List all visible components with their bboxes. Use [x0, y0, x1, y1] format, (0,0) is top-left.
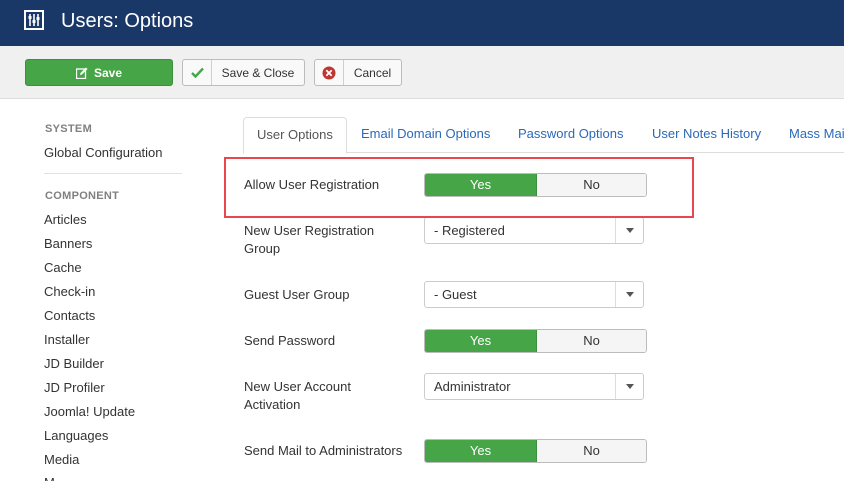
sidebar-item-global-configuration[interactable]: Global Configuration: [44, 145, 163, 160]
tab-email-domain-options[interactable]: Email Domain Options: [361, 117, 490, 153]
sidebar-item-media[interactable]: Media: [44, 452, 79, 467]
tab-password-options[interactable]: Password Options: [518, 117, 624, 153]
save-button[interactable]: Save: [25, 59, 173, 86]
send-password-toggle: Yes No: [424, 329, 647, 353]
chevron-down-icon: [615, 218, 643, 243]
toolbar: Save Save & Close Cancel: [0, 46, 844, 99]
tab-mass-mail[interactable]: Mass Mai: [789, 117, 844, 153]
account-activation-value: Administrator: [434, 379, 511, 394]
cancel-circle-icon: [315, 60, 344, 85]
tab-user-options[interactable]: User Options: [243, 117, 347, 154]
mail-admins-toggle: Yes No: [424, 439, 647, 463]
cancel-button[interactable]: Cancel: [314, 59, 402, 86]
sidebar-item-cache[interactable]: Cache: [44, 260, 82, 275]
sidebar-heading-component: COMPONENT: [45, 190, 120, 202]
sidebar-item-check-in[interactable]: Check-in: [44, 284, 95, 299]
cancel-label: Cancel: [353, 65, 392, 80]
save-close-button[interactable]: Save & Close: [182, 59, 305, 86]
new-user-group-value: - Registered: [434, 223, 505, 238]
mail-admins-label: Send Mail to Administrators: [244, 443, 403, 458]
sidebar-heading-system: SYSTEM: [45, 123, 93, 135]
account-activation-select[interactable]: Administrator: [424, 373, 644, 400]
new-user-group-select[interactable]: - Registered: [424, 217, 644, 244]
sidebar-divider: [44, 173, 182, 174]
sidebar-item-languages[interactable]: Languages: [44, 428, 108, 443]
options-tabs: User Options Email Domain Options Passwo…: [243, 117, 844, 154]
sidebar-item-banners[interactable]: Banners: [44, 236, 92, 251]
sidebar-item-joomla-update[interactable]: Joomla! Update: [44, 404, 135, 419]
send-password-no[interactable]: No: [537, 330, 646, 352]
sidebar-item-contacts[interactable]: Contacts: [44, 308, 95, 323]
app-header: Users: Options: [0, 0, 844, 46]
edit-icon: [75, 67, 88, 79]
check-icon: [183, 60, 212, 85]
new-user-group-label: New User Registration Group: [244, 223, 375, 256]
options-sliders-icon: [24, 10, 44, 30]
sidebar: SYSTEM Global Configuration COMPONENT Ar…: [0, 99, 200, 481]
guest-group-select[interactable]: - Guest: [424, 281, 644, 308]
mail-admins-yes[interactable]: Yes: [425, 440, 537, 462]
sidebar-item-jd-builder[interactable]: JD Builder: [44, 356, 104, 371]
send-password-label: Send Password: [244, 333, 336, 348]
save-close-label: Save & Close: [221, 65, 295, 80]
tab-user-notes-history[interactable]: User Notes History: [652, 117, 761, 153]
annotation-highlight-box: [224, 157, 694, 218]
sidebar-item-articles[interactable]: Articles: [44, 212, 87, 227]
save-button-label: Save: [93, 65, 123, 80]
account-activation-label: New User Account Activation: [244, 379, 351, 412]
sidebar-item-installer[interactable]: Installer: [44, 332, 90, 347]
send-password-yes[interactable]: Yes: [425, 330, 537, 352]
guest-group-label: Guest User Group: [244, 287, 350, 302]
page-title: Users: Options: [61, 10, 194, 32]
mail-admins-no[interactable]: No: [537, 440, 646, 462]
sidebar-item-cutoff[interactable]: M: [44, 475, 55, 481]
sidebar-item-jd-profiler[interactable]: JD Profiler: [44, 380, 105, 395]
guest-group-value: - Guest: [434, 287, 477, 302]
chevron-down-icon: [615, 282, 643, 307]
chevron-down-icon: [615, 374, 643, 399]
